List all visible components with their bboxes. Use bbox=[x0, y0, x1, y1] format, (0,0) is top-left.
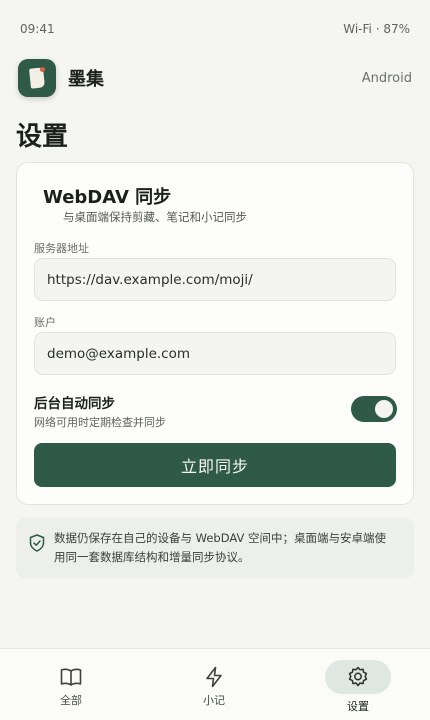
status-bar: 09:41 Wi-Fi · 87% bbox=[20, 22, 410, 36]
nav-item-notes[interactable]: 小记 bbox=[154, 649, 274, 720]
account-label: 账户 bbox=[34, 316, 56, 329]
account-value: demo@example.com bbox=[47, 345, 191, 362]
toggle-knob bbox=[375, 400, 393, 418]
server-address-value: https://dav.example.com/moji/ bbox=[47, 271, 253, 288]
webdav-card-subtitle: 与桌面端保持剪藏、笔记和小记同步 bbox=[63, 210, 247, 224]
bottom-nav: 全部 小记 设置 bbox=[0, 648, 430, 720]
app-header: 墨集 Android bbox=[18, 58, 412, 98]
app-logo-icon bbox=[18, 59, 56, 97]
nav-label-notes: 小记 bbox=[203, 694, 225, 707]
shield-icon bbox=[29, 534, 45, 552]
page-title: 设置 bbox=[16, 122, 69, 152]
auto-sync-title: 后台自动同步 bbox=[34, 396, 115, 412]
gear-icon bbox=[348, 666, 368, 687]
data-notice: 数据仍保存在自己的设备与 WebDAV 空间中；桌面端与安卓端使用同一套数据库结… bbox=[16, 518, 414, 578]
server-address-label: 服务器地址 bbox=[34, 242, 89, 255]
platform-label: Android bbox=[361, 70, 412, 86]
book-open-icon bbox=[60, 668, 82, 686]
account-field[interactable]: demo@example.com bbox=[34, 332, 396, 375]
brand: 墨集 bbox=[18, 59, 104, 97]
nav-item-settings[interactable]: 设置 bbox=[298, 649, 418, 720]
nav-label-all: 全部 bbox=[60, 694, 82, 707]
webdav-card-title: WebDAV 同步 bbox=[43, 187, 172, 208]
sync-now-button[interactable]: 立即同步 bbox=[34, 443, 396, 487]
nav-label-settings: 设置 bbox=[347, 700, 369, 713]
auto-sync-description: 网络可用时定期检查并同步 bbox=[34, 416, 166, 429]
server-address-field[interactable]: https://dav.example.com/moji/ bbox=[34, 258, 396, 301]
notice-text: 数据仍保存在自己的设备与 WebDAV 空间中；桌面端与安卓端使用同一套数据库结… bbox=[54, 531, 387, 564]
status-time: 09:41 bbox=[20, 22, 55, 36]
auto-sync-toggle[interactable] bbox=[351, 396, 397, 422]
lightning-icon bbox=[206, 666, 222, 688]
webdav-sync-card: WebDAV 同步 与桌面端保持剪藏、笔记和小记同步 服务器地址 https:/… bbox=[16, 162, 414, 505]
app-name: 墨集 bbox=[68, 69, 104, 90]
nav-item-all[interactable]: 全部 bbox=[11, 649, 131, 720]
status-connectivity: Wi-Fi · 87% bbox=[343, 22, 410, 36]
